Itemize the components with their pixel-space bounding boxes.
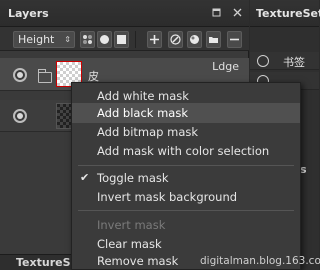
add-smart-material-button[interactable] xyxy=(187,31,202,48)
menu-item-toggle-mask[interactable]: ✔ Toggle mask xyxy=(72,168,300,188)
texture-set-item[interactable]: 书签 xyxy=(250,52,319,70)
eye-icon[interactable] xyxy=(13,68,27,82)
texture-set-title: TextureSet L xyxy=(256,7,320,20)
add-layer-button[interactable] xyxy=(147,31,162,48)
add-icon xyxy=(150,35,159,44)
toolbar-separator xyxy=(135,31,136,48)
menu-item-add-bitmap-mask[interactable]: Add bitmap mask xyxy=(72,122,300,142)
menu-item-clear-mask[interactable]: Clear mask xyxy=(72,234,300,254)
folder-icon xyxy=(38,69,52,83)
pin-icon[interactable] xyxy=(211,8,221,18)
texture-set-item-label: 书签 xyxy=(283,56,305,69)
close-icon[interactable] xyxy=(232,8,242,18)
watermark-text: digitalman.blog.163.com xyxy=(200,255,320,267)
layers-panel-title: Layers xyxy=(8,7,49,20)
smart-material-icon xyxy=(190,35,199,44)
add-folder-button[interactable] xyxy=(206,31,221,48)
menu-item-add-mask-color-selection[interactable]: Add mask with color selection xyxy=(72,141,300,161)
delete-layer-button[interactable] xyxy=(227,31,242,48)
menu-item-add-black-mask[interactable]: Add black mask xyxy=(72,103,300,123)
effect-icon xyxy=(170,34,181,45)
texture-set-header: TextureSet L xyxy=(250,0,320,27)
menu-item-invert-mask: Invert mask xyxy=(97,218,166,232)
add-effect-button[interactable] xyxy=(168,31,183,48)
channel-select-value: Height xyxy=(18,33,55,46)
add-mask-button[interactable] xyxy=(114,31,129,48)
add-paint-layer-button[interactable] xyxy=(97,31,112,48)
remove-icon xyxy=(230,38,239,41)
eye-icon[interactable] xyxy=(13,109,27,123)
radio-button[interactable] xyxy=(257,55,269,67)
menu-separator xyxy=(78,210,294,211)
layer-blend-mode[interactable]: Ldge xyxy=(212,60,239,73)
channel-select[interactable]: Height ⇕ xyxy=(13,31,75,48)
layers-panel-header: Layers xyxy=(0,0,249,27)
paint-icon xyxy=(100,35,109,44)
mask-icon xyxy=(117,35,126,44)
context-menu: Add white mask Add black mask Add bitmap… xyxy=(71,82,301,270)
chevron-updown-icon: ⇕ xyxy=(64,35,71,44)
menu-separator xyxy=(78,165,294,166)
layers-toolbar: Height ⇕ xyxy=(0,27,249,51)
check-icon: ✔ xyxy=(80,171,90,184)
menu-item-invert-mask-background[interactable]: Invert mask background xyxy=(72,187,300,207)
fill-layer-icon xyxy=(83,35,92,44)
add-fill-layer-button[interactable] xyxy=(80,31,95,48)
new-folder-icon xyxy=(209,37,218,43)
